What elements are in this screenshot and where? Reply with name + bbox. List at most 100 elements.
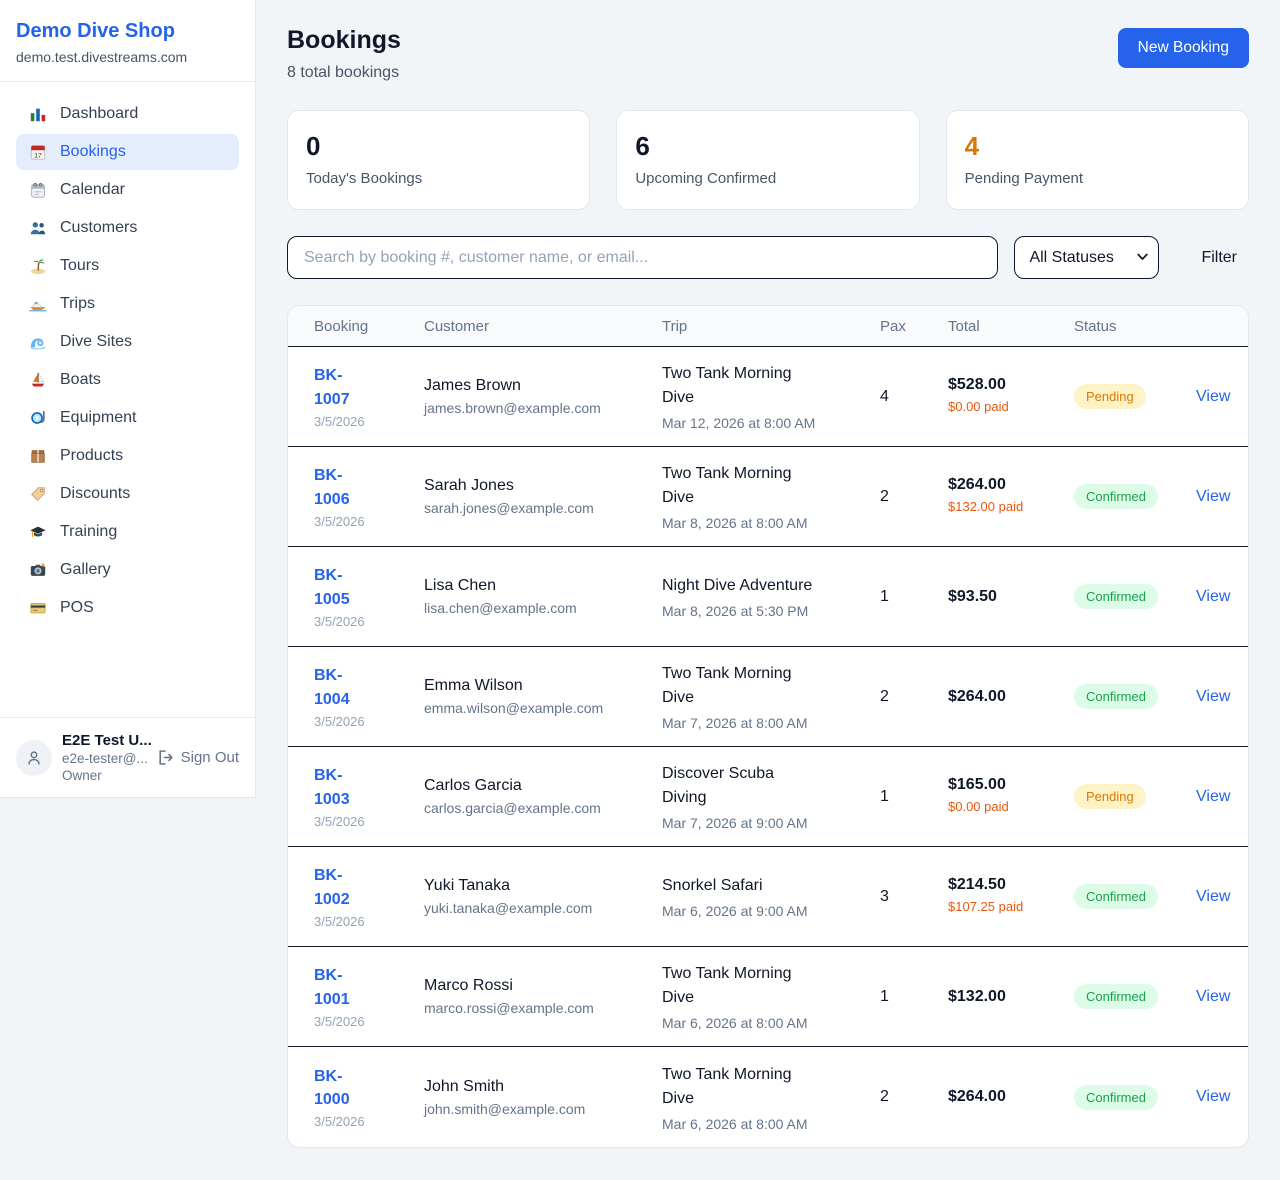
customer-cell: Sarah Jones sarah.jones@example.com [424, 477, 662, 516]
sidebar-item-label: Training [60, 523, 117, 541]
actions-cell: View [1196, 388, 1236, 406]
trip-datetime: Mar 7, 2026 at 8:00 AM [662, 715, 880, 731]
user-name: E2E Test U... [62, 732, 147, 749]
sidebar-item-trips[interactable]: Trips [16, 286, 239, 322]
view-link[interactable]: View [1196, 788, 1230, 805]
sidebar-item-dive-sites[interactable]: Dive Sites [16, 324, 239, 360]
people-icon [29, 219, 47, 237]
pax-count: 4 [880, 388, 948, 406]
customer-cell: Lisa Chen lisa.chen@example.com [424, 577, 662, 616]
customer-email: lisa.chen@example.com [424, 600, 662, 616]
booking-id-link[interactable]: BK-1002 [314, 864, 372, 910]
filter-controls: All Statuses Filter [287, 236, 1249, 279]
customer-cell: Carlos Garcia carlos.garcia@example.com [424, 777, 662, 816]
package-icon [29, 447, 47, 465]
sidebar-item-customers[interactable]: Customers [16, 210, 239, 246]
spiral-calendar-icon [29, 181, 47, 199]
sidebar-item-gallery[interactable]: Gallery [16, 552, 239, 588]
customer-cell: Emma Wilson emma.wilson@example.com [424, 677, 662, 716]
view-link[interactable]: View [1196, 588, 1230, 605]
booking-date: 3/5/2026 [314, 514, 424, 529]
view-link[interactable]: View [1196, 388, 1230, 405]
booking-id-link[interactable]: BK-1004 [314, 664, 372, 710]
sidebar-item-training[interactable]: Training [16, 514, 239, 550]
trip-name: Two Tank Morning Dive [662, 362, 820, 410]
table-body: BK-1007 3/5/2026 James Brown james.brown… [288, 347, 1248, 1147]
table-row: BK-1003 3/5/2026 Carlos Garcia carlos.ga… [288, 747, 1248, 847]
sidebar-item-boats[interactable]: Boats [16, 362, 239, 398]
status-select[interactable]: All Statuses [1014, 236, 1159, 279]
total-cell: $528.00 $0.00 paid [948, 376, 1074, 417]
view-link[interactable]: View [1196, 888, 1230, 905]
booking-id-link[interactable]: BK-1005 [314, 564, 372, 610]
sidebar-item-label: Dashboard [60, 105, 138, 123]
sidebar-item-products[interactable]: Products [16, 438, 239, 474]
page-subtitle: 8 total bookings [287, 64, 401, 82]
search-input[interactable] [287, 236, 998, 279]
tag-icon [29, 485, 47, 503]
booking-date: 3/5/2026 [314, 614, 424, 629]
booking-cell: BK-1000 3/5/2026 [314, 1065, 424, 1129]
table-row: BK-1001 3/5/2026 Marco Rossi marco.rossi… [288, 947, 1248, 1047]
sidebar: Demo Dive Shop demo.test.divestreams.com… [0, 0, 256, 798]
customer-email: marco.rossi@example.com [424, 1000, 662, 1016]
stats-row: 0 Today's Bookings 6 Upcoming Confirmed … [287, 110, 1249, 210]
table-row: BK-1005 3/5/2026 Lisa Chen lisa.chen@exa… [288, 547, 1248, 647]
sidebar-item-discounts[interactable]: Discounts [16, 476, 239, 512]
status-cell: Confirmed [1074, 684, 1196, 709]
view-link[interactable]: View [1196, 688, 1230, 705]
trip-name: Two Tank Morning Dive [662, 962, 820, 1010]
table-header-row: Booking Customer Trip Pax Total Status [288, 306, 1248, 347]
table-row: BK-1004 3/5/2026 Emma Wilson emma.wilson… [288, 647, 1248, 747]
trip-cell: Two Tank Morning Dive Mar 12, 2026 at 8:… [662, 362, 880, 431]
user-email: e2e-tester@... [62, 751, 147, 766]
view-link[interactable]: View [1196, 988, 1230, 1005]
camera-icon [29, 561, 47, 579]
sidebar-item-label: Tours [60, 257, 99, 275]
table-row: BK-1002 3/5/2026 Yuki Tanaka yuki.tanaka… [288, 847, 1248, 947]
pax-count: 2 [880, 488, 948, 506]
sidebar-item-calendar[interactable]: Calendar [16, 172, 239, 208]
stat-label: Today's Bookings [306, 170, 571, 187]
view-link[interactable]: View [1196, 1088, 1230, 1105]
booking-id-link[interactable]: BK-1007 [314, 364, 372, 410]
total-amount: $214.50 [948, 876, 1074, 894]
total-cell: $264.00 [948, 1088, 1074, 1106]
view-link[interactable]: View [1196, 488, 1230, 505]
stat-value: 0 [306, 131, 571, 162]
actions-cell: View [1196, 888, 1236, 906]
booking-id-link[interactable]: BK-1003 [314, 764, 372, 810]
filter-button[interactable]: Filter [1189, 249, 1249, 267]
trip-cell: Two Tank Morning Dive Mar 7, 2026 at 8:0… [662, 662, 880, 731]
booking-id-link[interactable]: BK-1001 [314, 964, 372, 1010]
avatar [16, 740, 52, 776]
customer-name: Carlos Garcia [424, 777, 662, 795]
pax-count: 1 [880, 588, 948, 606]
total-paid: $107.25 paid [948, 898, 1034, 917]
sign-out-button[interactable]: Sign Out [157, 749, 239, 766]
total-paid: $0.00 paid [948, 398, 1034, 417]
trip-datetime: Mar 8, 2026 at 5:30 PM [662, 603, 880, 619]
booking-id-link[interactable]: BK-1000 [314, 1065, 372, 1111]
status-badge: Confirmed [1074, 484, 1158, 509]
booking-date: 3/5/2026 [314, 414, 424, 429]
sidebar-item-bookings[interactable]: 17Bookings [16, 134, 239, 170]
actions-cell: View [1196, 988, 1236, 1006]
sidebar-item-equipment[interactable]: Equipment [16, 400, 239, 436]
trip-datetime: Mar 6, 2026 at 9:00 AM [662, 903, 880, 919]
status-cell: Confirmed [1074, 1085, 1196, 1110]
booking-cell: BK-1002 3/5/2026 [314, 864, 424, 928]
trip-name: Two Tank Morning Dive [662, 662, 820, 710]
credit-card-icon [29, 599, 47, 617]
new-booking-button[interactable]: New Booking [1118, 28, 1249, 68]
customer-name: Marco Rossi [424, 977, 662, 995]
total-amount: $264.00 [948, 1088, 1074, 1106]
bar-chart-icon [29, 105, 47, 123]
column-header-status: Status [1074, 318, 1196, 335]
column-header-customer: Customer [424, 318, 662, 335]
booking-id-link[interactable]: BK-1006 [314, 464, 372, 510]
total-amount: $93.50 [948, 588, 1074, 606]
sidebar-item-pos[interactable]: POS [16, 590, 239, 626]
sidebar-item-tours[interactable]: Tours [16, 248, 239, 284]
sidebar-item-dashboard[interactable]: Dashboard [16, 96, 239, 132]
